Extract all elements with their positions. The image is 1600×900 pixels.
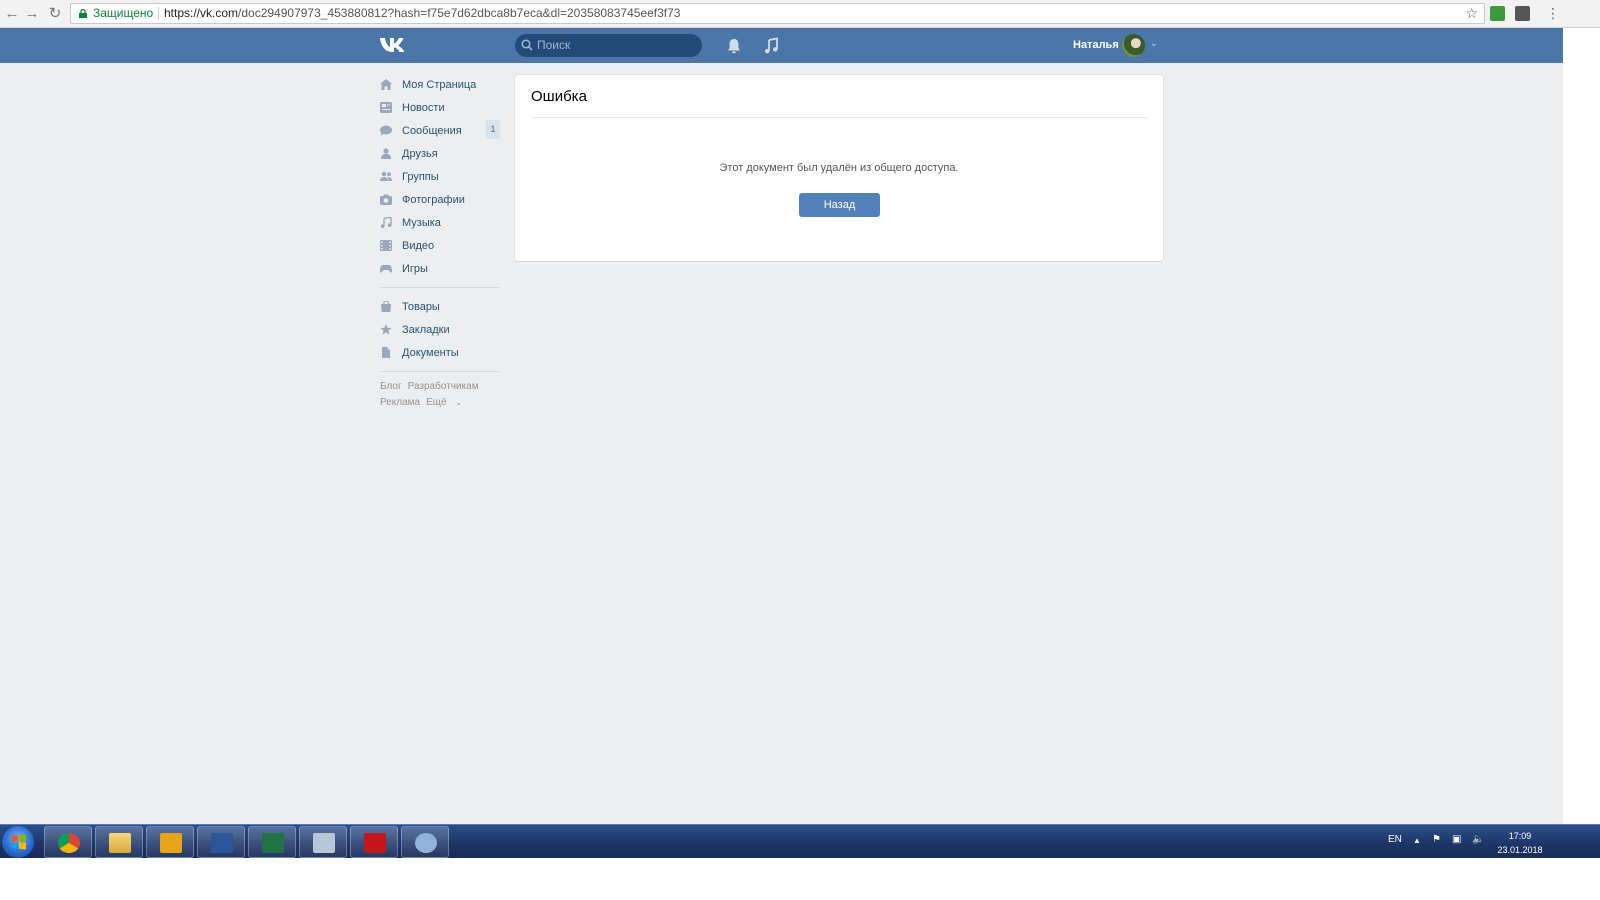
system-clock[interactable]: 17:09 23.01.2018 [1492, 829, 1548, 857]
footer-link-developers[interactable]: Разработчикам [408, 381, 479, 392]
user-name[interactable]: Наталья [1073, 38, 1119, 52]
back-button[interactable]: Назад [799, 193, 880, 217]
bottom-blank-area [0, 858, 1600, 900]
word-icon [211, 833, 233, 853]
paint-icon [415, 833, 437, 853]
games-icon [380, 265, 392, 273]
unread-count-badge: 1 [486, 120, 500, 139]
sidebar-item-groups[interactable]: Группы [378, 165, 503, 188]
clock-date: 23.01.2018 [1497, 845, 1543, 855]
sidebar-item-friends[interactable]: Друзья [378, 142, 503, 165]
extension-icon[interactable] [1515, 6, 1530, 21]
sidebar-item-documents[interactable]: Документы [378, 341, 503, 364]
news-icon [380, 102, 392, 113]
excel-icon [262, 833, 284, 853]
bookmark-star-icon[interactable]: ☆ [1465, 4, 1478, 23]
divider [158, 7, 159, 20]
taskbar-word[interactable] [197, 826, 245, 858]
chevron-down-icon[interactable]: ⌄ [1150, 38, 1158, 49]
sidebar-item-music[interactable]: Музыка [378, 211, 503, 234]
flag-icon[interactable]: ⚑ [1432, 834, 1441, 845]
sidebar-item-my-page[interactable]: Моя Страница [378, 73, 503, 96]
secure-label: Защищено [93, 6, 154, 20]
taskbar-outlook[interactable] [146, 826, 194, 858]
outlook-icon [160, 833, 182, 853]
search-placeholder: Поиск [537, 38, 571, 52]
sidebar-item-photos[interactable]: Фотографии [378, 188, 503, 211]
title-divider [531, 117, 1147, 118]
extension-shield-icon[interactable] [1490, 6, 1505, 21]
avatar[interactable] [1122, 34, 1145, 57]
sidebar-footer: Блог Разработчикам Реклама Ещё ⌄ [378, 379, 503, 411]
right-gutter [1563, 28, 1600, 824]
documents-icon [382, 347, 390, 358]
sidebar-item-market[interactable]: Товары [378, 295, 503, 318]
video-icon [380, 240, 392, 251]
messages-icon [380, 125, 392, 136]
calculator-icon [313, 833, 335, 853]
taskbar-explorer[interactable] [95, 826, 143, 858]
home-icon [380, 79, 392, 90]
pdf-icon [364, 833, 386, 853]
photos-icon [380, 194, 392, 205]
error-card: Ошибка Этот документ был удалён из общег… [515, 75, 1163, 261]
sidebar-divider [380, 371, 499, 372]
left-sidebar: Моя Страница Новости Сообщения 1 Друзья … [378, 73, 503, 411]
search-icon [521, 39, 533, 51]
search-input[interactable]: Поиск [515, 34, 702, 57]
vk-header [0, 28, 1563, 63]
lock-icon [79, 9, 87, 18]
sidebar-item-bookmarks[interactable]: Закладки [378, 318, 503, 341]
chrome-icon [58, 833, 80, 853]
language-indicator[interactable]: EN [1388, 834, 1402, 845]
bookmarks-star-icon [380, 324, 392, 335]
volume-icon[interactable]: 🔈 [1472, 834, 1484, 845]
friends-icon [381, 148, 391, 159]
sidebar-item-video[interactable]: Видео [378, 234, 503, 257]
taskbar-paint[interactable] [401, 826, 449, 858]
back-arrow-icon[interactable]: ← [2, 4, 22, 24]
groups-icon [380, 171, 392, 181]
browser-toolbar: ← → ↻ Защищено https://vk.com/doc2949079… [0, 0, 1600, 28]
tray-expand-icon[interactable]: ▲ [1413, 836, 1421, 845]
notifications-bell-icon[interactable] [725, 37, 743, 55]
taskbar-calculator[interactable] [299, 826, 347, 858]
address-bar[interactable]: Защищено https://vk.com/doc294907973_453… [70, 3, 1485, 24]
footer-link-blog[interactable]: Блог [380, 381, 402, 392]
sidebar-item-news[interactable]: Новости [378, 96, 503, 119]
footer-link-more[interactable]: Ещё ⌄ [426, 397, 468, 408]
music-note-icon[interactable] [762, 37, 780, 55]
taskbar-acrobat[interactable] [350, 826, 398, 858]
taskbar-chrome[interactable] [44, 826, 92, 858]
windows-taskbar: EN ▲ ⚑ ▣ 🔈 17:09 23.01.2018 [0, 824, 1600, 858]
sidebar-item-games[interactable]: Игры [378, 257, 503, 280]
error-message: Этот документ был удалён из общего досту… [719, 162, 959, 174]
url-text: https://vk.com/doc294907973_453880812?ha… [164, 6, 681, 20]
footer-link-ads[interactable]: Реклама [380, 397, 420, 408]
start-button[interactable] [2, 826, 34, 858]
chevron-down-icon: ⌄ [455, 398, 463, 407]
taskbar-excel[interactable] [248, 826, 296, 858]
market-icon [381, 301, 391, 312]
chrome-menu-icon[interactable]: ⋮ [1546, 5, 1560, 21]
vk-logo-icon[interactable] [379, 36, 407, 54]
windows-logo-icon [12, 834, 26, 850]
sidebar-divider [380, 287, 499, 288]
sidebar-item-messages[interactable]: Сообщения 1 [378, 119, 503, 142]
music-icon [380, 217, 392, 228]
page-title: Ошибка [531, 88, 587, 105]
clock-time: 17:09 [1508, 831, 1532, 841]
reload-icon[interactable]: ↻ [45, 4, 65, 24]
folder-icon [109, 833, 131, 853]
forward-arrow-icon[interactable]: → [22, 4, 42, 24]
network-icon[interactable]: ▣ [1452, 834, 1461, 845]
